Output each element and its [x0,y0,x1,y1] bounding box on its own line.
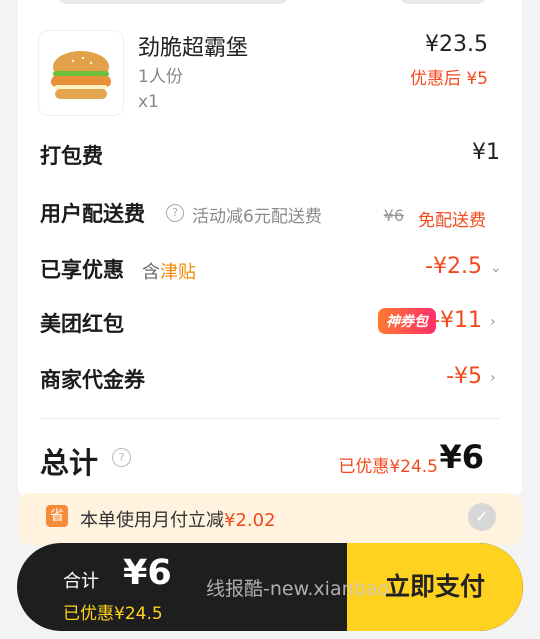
delivery-fee-note: 活动减6元配送费 [192,207,322,227]
help-icon[interactable]: ? [166,204,184,222]
delivery-fee-row: 用户配送费 ? 活动减6元配送费 ¥6 免配送费 [40,198,500,232]
item-discounted-price: 优惠后 ¥5 [409,69,488,89]
item-serving: 1人份 [138,67,183,87]
packing-fee-value: ¥1 [472,140,500,165]
chevron-right-icon[interactable]: › [490,314,500,332]
pay-saved: 已优惠¥24.5 [63,604,163,624]
total-saved: 已优惠¥24.5 [338,457,438,477]
truncated-header-left [58,0,288,4]
delivery-fee-label: 用户配送费 [40,202,145,226]
subsidy-tag: 含津贴 [142,262,196,283]
save-icon: 省 [46,505,68,527]
chevron-right-icon[interactable]: › [490,370,500,388]
red-packet-row[interactable]: 美团红包 神券包 -¥11 › [40,308,500,342]
delivery-fee-original: ¥6 [383,206,404,225]
pay-total-label: 合计 [63,571,99,592]
truncated-header-right [400,0,486,4]
enjoyed-discount-row[interactable]: 已享优惠 含津贴 -¥2.5 ⌄ [40,254,502,288]
total-label: 总计 [40,446,99,480]
merchant-voucher-value: -¥5 [446,364,482,389]
item-price: ¥23.5 [425,32,488,57]
item-name: 劲脆超霸堡 [138,36,249,61]
help-icon[interactable]: ? [112,448,131,467]
merchant-voucher-label: 商家代金券 [40,368,145,392]
red-packet-value: -¥11 [432,308,482,333]
packing-fee-label: 打包费 [40,144,103,168]
coupon-pack-badge: 神券包 [378,308,436,334]
burger-image [38,30,124,116]
enjoyed-discount-value: -¥2.5 [425,254,482,279]
total-amount: ¥6 [439,438,484,476]
pay-total-amount: ¥6 [123,553,172,593]
monthly-pay-banner[interactable]: 省 本单使用月付立减¥2.02 ✓ [18,493,522,545]
red-packet-label: 美团红包 [40,312,124,336]
watermark: 线报酷-new.xianbao [206,578,389,600]
merchant-voucher-row[interactable]: 商家代金券 -¥5 › [40,364,500,398]
divider [40,418,500,419]
enjoyed-discount-label: 已享优惠 [40,258,124,282]
item-quantity: x1 [138,92,159,112]
chevron-down-icon[interactable]: ⌄ [490,260,502,278]
check-icon[interactable]: ✓ [468,503,496,531]
packing-fee-row: 打包费 ¥1 [40,140,500,174]
monthly-pay-text: 本单使用月付立减¥2.02 [80,510,276,531]
delivery-fee-free: 免配送费 [418,211,486,231]
